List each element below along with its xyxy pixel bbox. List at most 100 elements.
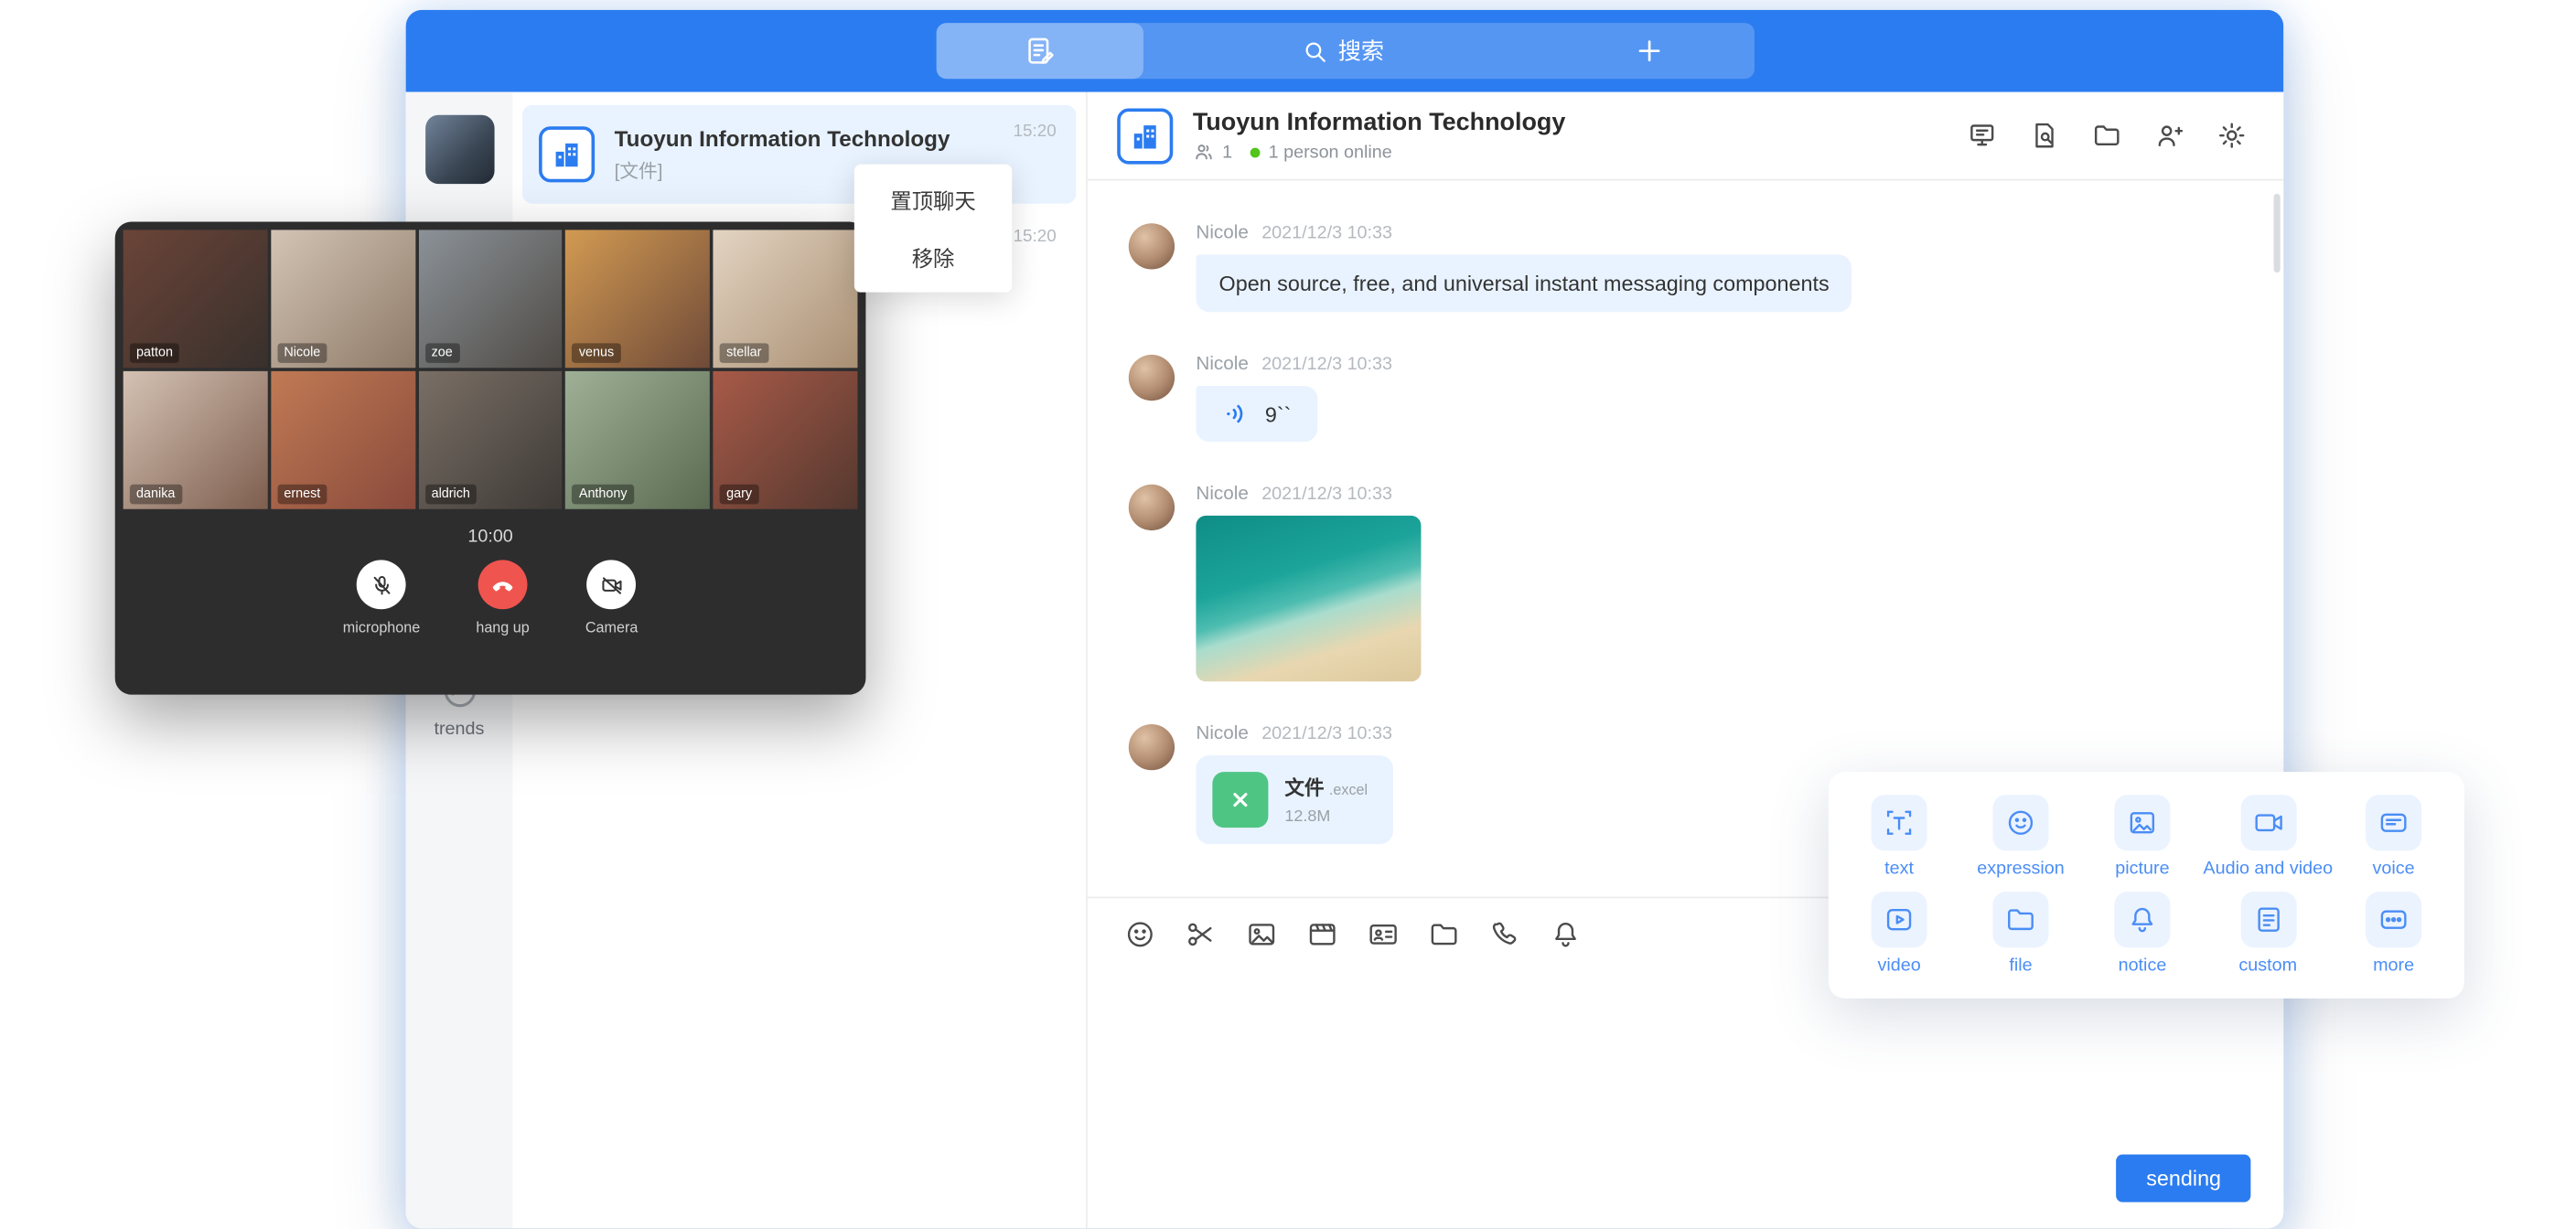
more-icon [2366,892,2421,947]
participant-name: venus [573,344,621,363]
panel-label: custom [2238,956,2297,976]
microphone-button[interactable]: microphone [343,560,420,636]
participant-tile[interactable]: Anthony [565,371,710,509]
image-attachment[interactable] [1196,516,1421,681]
voice-icon [2366,795,2421,850]
page: 搜索 [0,0,2576,1228]
message-input[interactable]: sending [1088,970,2283,1228]
participant-name: Nicole [277,344,327,363]
panel-item-audio-video[interactable]: Audio and video [2203,795,2333,879]
contact-card-icon[interactable] [1367,918,1400,951]
sender-avatar[interactable] [1129,355,1175,401]
participant-name: danika [130,486,182,505]
sender-name: Nicole [1196,485,1248,505]
custom-icon [2240,892,2296,947]
panel-label: notice [2119,956,2167,976]
scrollbar-thumb[interactable] [2274,194,2281,273]
chat-header-text: Tuoyun Information Technology 1 1 person… [1193,109,1967,163]
panel-item-file[interactable]: file [1960,892,2082,976]
participant-tile[interactable]: gary [714,371,858,509]
chat-title: Tuoyun Information Technology [1193,109,1967,137]
call-phone-icon[interactable] [1488,918,1521,951]
voice-wave-icon [1222,399,1251,428]
panel-item-expression[interactable]: expression [1960,795,2082,879]
video-clapper-icon[interactable] [1306,918,1339,951]
screenshot-scissors-icon[interactable] [1185,918,1218,951]
emoji-icon[interactable] [1123,918,1156,951]
online-dot [1250,147,1261,157]
plus-icon [1634,37,1663,66]
menu-item-remove[interactable]: 移除 [854,229,1012,286]
notice-bell-icon[interactable] [1550,918,1583,951]
search-bar: 搜索 [936,23,1754,79]
file-size: 12.8M [1284,808,1368,827]
participant-name: Anthony [573,486,634,505]
file-search-icon[interactable] [2029,120,2060,151]
my-avatar[interactable] [424,115,493,184]
sender-avatar[interactable] [1129,223,1175,269]
participant-tile[interactable]: venus [565,230,710,368]
panel-item-picture[interactable]: picture [2081,795,2203,879]
chat-pane: Tuoyun Information Technology 1 1 person… [1088,92,2283,1229]
voice-bubble[interactable]: 9`` [1196,386,1317,442]
conversation-context-menu: 置顶聊天 移除 [854,165,1012,293]
menu-item-pin[interactable]: 置顶聊天 [854,171,1012,229]
panel-label: text [1884,859,1914,879]
participant-tile[interactable]: ernest [271,371,415,509]
panel-item-video[interactable]: video [1839,892,1960,976]
participant-name: gary [720,486,758,505]
add-member-icon[interactable] [2153,120,2184,151]
file-ext: .excel [1329,782,1368,798]
video-icon [1872,892,1927,947]
sender-avatar[interactable] [1129,724,1175,770]
hangup-icon [478,560,528,609]
participant-tile[interactable]: danika [123,371,268,509]
participant-tile[interactable]: patton [123,230,268,368]
panel-item-text[interactable]: text [1839,795,1960,879]
search-placeholder: 搜索 [1338,35,1384,68]
participant-name: stellar [720,344,768,363]
panel-label: more [2373,956,2414,976]
participant-tile[interactable]: Nicole [271,230,415,368]
search-input[interactable]: 搜索 [1143,23,1543,79]
panel-label: Audio and video [2203,859,2333,879]
participant-name: patton [130,344,179,363]
group-avatar [539,126,595,182]
panel-item-custom[interactable]: custom [2203,892,2333,976]
online-status: 1 person online [1269,142,1392,162]
microphone-label: microphone [343,619,420,636]
file-name: 文件 [1284,776,1324,799]
message-time: 2021/12/3 10:33 [1261,724,1392,744]
message-type-panel: text expression picture [1829,772,2464,999]
settings-gear-icon[interactable] [2216,120,2248,151]
participant-tile[interactable]: aldrich [418,371,563,509]
chat-subtitle: 1 1 person online [1193,141,1967,162]
panel-item-more[interactable]: more [2333,892,2454,976]
file-folder-icon[interactable] [1428,918,1461,951]
announcement-icon[interactable] [1967,120,1998,151]
file-attachment[interactable]: 文件 .excel 12.8M [1196,755,1392,844]
message-bubble[interactable]: Open source, free, and universal instant… [1196,254,1852,312]
participant-tile[interactable]: stellar [714,230,858,368]
message-time: 2021/12/3 10:33 [1261,223,1392,243]
send-button[interactable]: sending [2117,1155,2250,1202]
picture-icon [2114,795,2170,850]
expression-icon [1992,795,2048,850]
message-time: 2021/12/3 10:33 [1261,355,1392,375]
chat-header-actions [1967,120,2248,151]
notes-button[interactable] [936,23,1143,79]
file-icon [1992,892,2048,947]
panel-label: picture [2115,859,2169,879]
panel-item-notice[interactable]: notice [2081,892,2203,976]
participant-grid: patton Nicole zoe venus stellar danika e… [123,230,858,508]
panel-item-voice[interactable]: voice [2333,795,2454,879]
participant-tile[interactable]: zoe [418,230,563,368]
camera-button[interactable]: Camera [585,560,638,636]
hangup-button[interactable]: hang up [476,560,529,636]
add-button[interactable] [1543,23,1754,79]
hangup-label: hang up [476,619,529,636]
chat-header: Tuoyun Information Technology 1 1 person… [1088,92,2283,181]
folder-icon[interactable] [2091,120,2122,151]
sender-avatar[interactable] [1129,485,1175,530]
image-icon[interactable] [1245,918,1278,951]
